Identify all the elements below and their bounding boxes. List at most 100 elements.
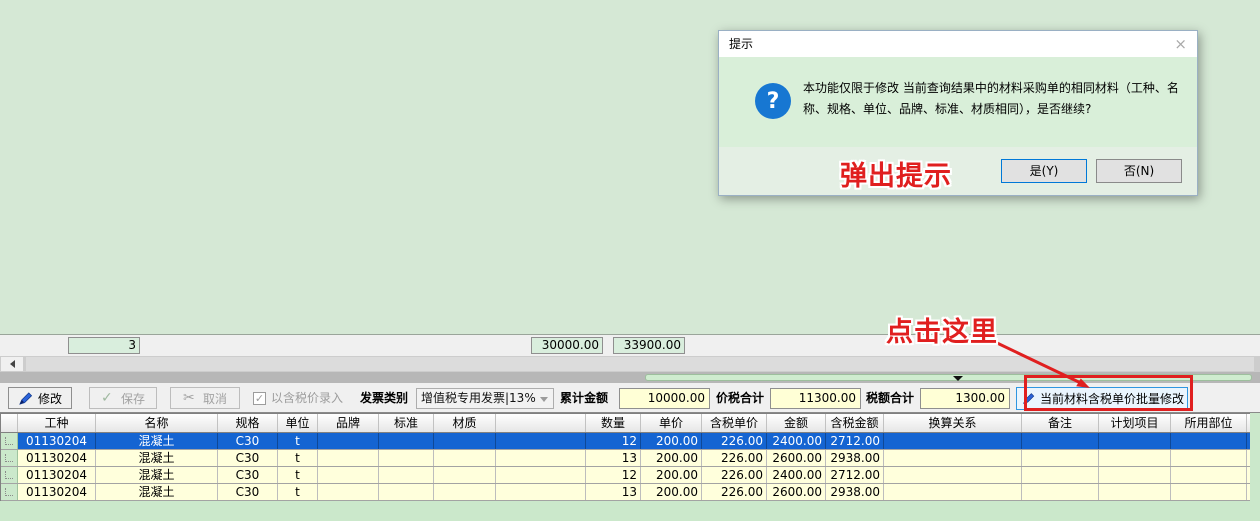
- grid-cell[interactable]: 2600.00: [767, 450, 826, 466]
- grid-column-header[interactable]: 换算关系: [884, 414, 1022, 432]
- grid-cell[interactable]: 2400.00: [767, 467, 826, 483]
- cumulative-amount-field[interactable]: 10000.00: [619, 388, 710, 409]
- grid-cell[interactable]: [1099, 433, 1171, 449]
- grid-cell[interactable]: C30: [218, 467, 278, 483]
- grid-cell[interactable]: 混凝土: [96, 433, 218, 449]
- grid-column-header[interactable]: 所用部位: [1171, 414, 1247, 432]
- grid-cell[interactable]: 226.00: [702, 433, 767, 449]
- grid-cell[interactable]: 混凝土: [96, 484, 218, 500]
- modify-button[interactable]: 修改: [8, 387, 72, 409]
- grid-cell[interactable]: [379, 467, 434, 483]
- grid-cell[interactable]: [496, 450, 586, 466]
- tax-price-checkbox[interactable]: ✓: [253, 392, 266, 405]
- grid-cell[interactable]: [1171, 433, 1247, 449]
- grid-cell[interactable]: 2712.00: [826, 433, 884, 449]
- grid-cell[interactable]: [1022, 433, 1099, 449]
- grid-column-header[interactable]: 工种: [18, 414, 96, 432]
- grid-cell[interactable]: [1171, 467, 1247, 483]
- grid-column-header[interactable]: 规格: [218, 414, 278, 432]
- table-row[interactable]: 01130204混凝土C30t 12200.00226.002400.002712…: [1, 433, 1250, 450]
- grid-cell[interactable]: 01130204: [18, 467, 96, 483]
- grid-cell[interactable]: [1022, 467, 1099, 483]
- grid-column-header[interactable]: 品牌: [318, 414, 379, 432]
- grid-cell[interactable]: 2712.00: [826, 467, 884, 483]
- grid-cell[interactable]: 01130204: [18, 450, 96, 466]
- close-icon[interactable]: ×: [1174, 31, 1187, 57]
- grid-cell[interactable]: [379, 484, 434, 500]
- grid-cell[interactable]: t: [278, 450, 318, 466]
- grid-cell[interactable]: [318, 467, 379, 483]
- grid-column-header[interactable]: 含税金额: [826, 414, 884, 432]
- grid-column-header[interactable]: 含税单价: [702, 414, 767, 432]
- grid-cell[interactable]: 混凝土: [96, 450, 218, 466]
- grid-column-header[interactable]: 材质: [434, 414, 496, 432]
- grid-cell[interactable]: [1099, 484, 1171, 500]
- no-button[interactable]: 否(N): [1096, 159, 1182, 183]
- grid-column-header[interactable]: 计划项目: [1099, 414, 1171, 432]
- grid-cell[interactable]: [434, 467, 496, 483]
- row-selector-gutter[interactable]: [1, 450, 18, 466]
- grid-cell[interactable]: [884, 450, 1022, 466]
- grid-cell[interactable]: [1099, 450, 1171, 466]
- grid-column-header[interactable]: 单价: [641, 414, 702, 432]
- grid-cell[interactable]: 226.00: [702, 484, 767, 500]
- grid-cell[interactable]: [434, 433, 496, 449]
- grid-cell[interactable]: [318, 450, 379, 466]
- grid-cell[interactable]: t: [278, 433, 318, 449]
- grid-cell[interactable]: 200.00: [641, 450, 702, 466]
- grid-cell[interactable]: [1022, 484, 1099, 500]
- table-row[interactable]: 01130204混凝土C30t 13200.00226.002600.002938…: [1, 484, 1250, 501]
- grid-cell[interactable]: [318, 433, 379, 449]
- grid-column-header[interactable]: [496, 414, 586, 432]
- grid-cell[interactable]: 200.00: [641, 467, 702, 483]
- grid-column-header[interactable]: 金额: [767, 414, 826, 432]
- grid-cell[interactable]: [434, 484, 496, 500]
- grid-column-header[interactable]: 备注: [1022, 414, 1099, 432]
- grid-cell[interactable]: [884, 484, 1022, 500]
- grid-cell[interactable]: t: [278, 484, 318, 500]
- row-selector-gutter[interactable]: [1, 433, 18, 449]
- grid-cell[interactable]: 226.00: [702, 467, 767, 483]
- grid-cell[interactable]: C30: [218, 433, 278, 449]
- grid-cell[interactable]: C30: [218, 450, 278, 466]
- grid-column-header[interactable]: 标准: [379, 414, 434, 432]
- table-row[interactable]: 01130204混凝土C30t 13200.00226.002600.002938…: [1, 450, 1250, 467]
- row-selector-gutter[interactable]: [1, 467, 18, 483]
- chevron-down-icon[interactable]: [953, 376, 963, 381]
- save-button[interactable]: ✓ 保存: [89, 387, 157, 409]
- grid-column-header[interactable]: 名称: [96, 414, 218, 432]
- grid-cell[interactable]: [434, 450, 496, 466]
- invoice-type-select[interactable]: 增值税专用发票|13%: [416, 388, 554, 409]
- grid-cell[interactable]: 01130204: [18, 484, 96, 500]
- grid-cell[interactable]: t: [278, 467, 318, 483]
- grid-cell[interactable]: [496, 433, 586, 449]
- grid-cell[interactable]: 12: [586, 467, 641, 483]
- grid-cell[interactable]: 226.00: [702, 450, 767, 466]
- grid-cell[interactable]: [496, 484, 586, 500]
- grid-cell[interactable]: 01130204: [18, 433, 96, 449]
- grid-cell[interactable]: 200.00: [641, 484, 702, 500]
- grid-column-header[interactable]: 数量: [586, 414, 641, 432]
- grid-cell[interactable]: 2938.00: [826, 484, 884, 500]
- grid-cell[interactable]: [1171, 450, 1247, 466]
- scroll-left-button[interactable]: [1, 357, 23, 371]
- grid-cell[interactable]: 13: [586, 450, 641, 466]
- grid-cell[interactable]: 2400.00: [767, 433, 826, 449]
- price-tax-total-field[interactable]: 11300.00: [770, 388, 861, 409]
- grid-cell[interactable]: [1099, 467, 1171, 483]
- row-selector-gutter[interactable]: [1, 484, 18, 500]
- grid-cell[interactable]: 2938.00: [826, 450, 884, 466]
- grid-cell[interactable]: 2600.00: [767, 484, 826, 500]
- grid-cell[interactable]: C30: [218, 484, 278, 500]
- grid-cell[interactable]: 混凝土: [96, 467, 218, 483]
- yes-button[interactable]: 是(Y): [1001, 159, 1087, 183]
- grid-cell[interactable]: 200.00: [641, 433, 702, 449]
- cancel-button[interactable]: ✂ 取消: [170, 387, 240, 409]
- grid-cell[interactable]: [884, 433, 1022, 449]
- grid-column-header[interactable]: 单位: [278, 414, 318, 432]
- grid-cell[interactable]: 13: [586, 484, 641, 500]
- grid-cell[interactable]: [318, 484, 379, 500]
- grid-cell[interactable]: [1171, 484, 1247, 500]
- table-row[interactable]: 01130204混凝土C30t 12200.00226.002400.002712…: [1, 467, 1250, 484]
- grid-cell[interactable]: 12: [586, 433, 641, 449]
